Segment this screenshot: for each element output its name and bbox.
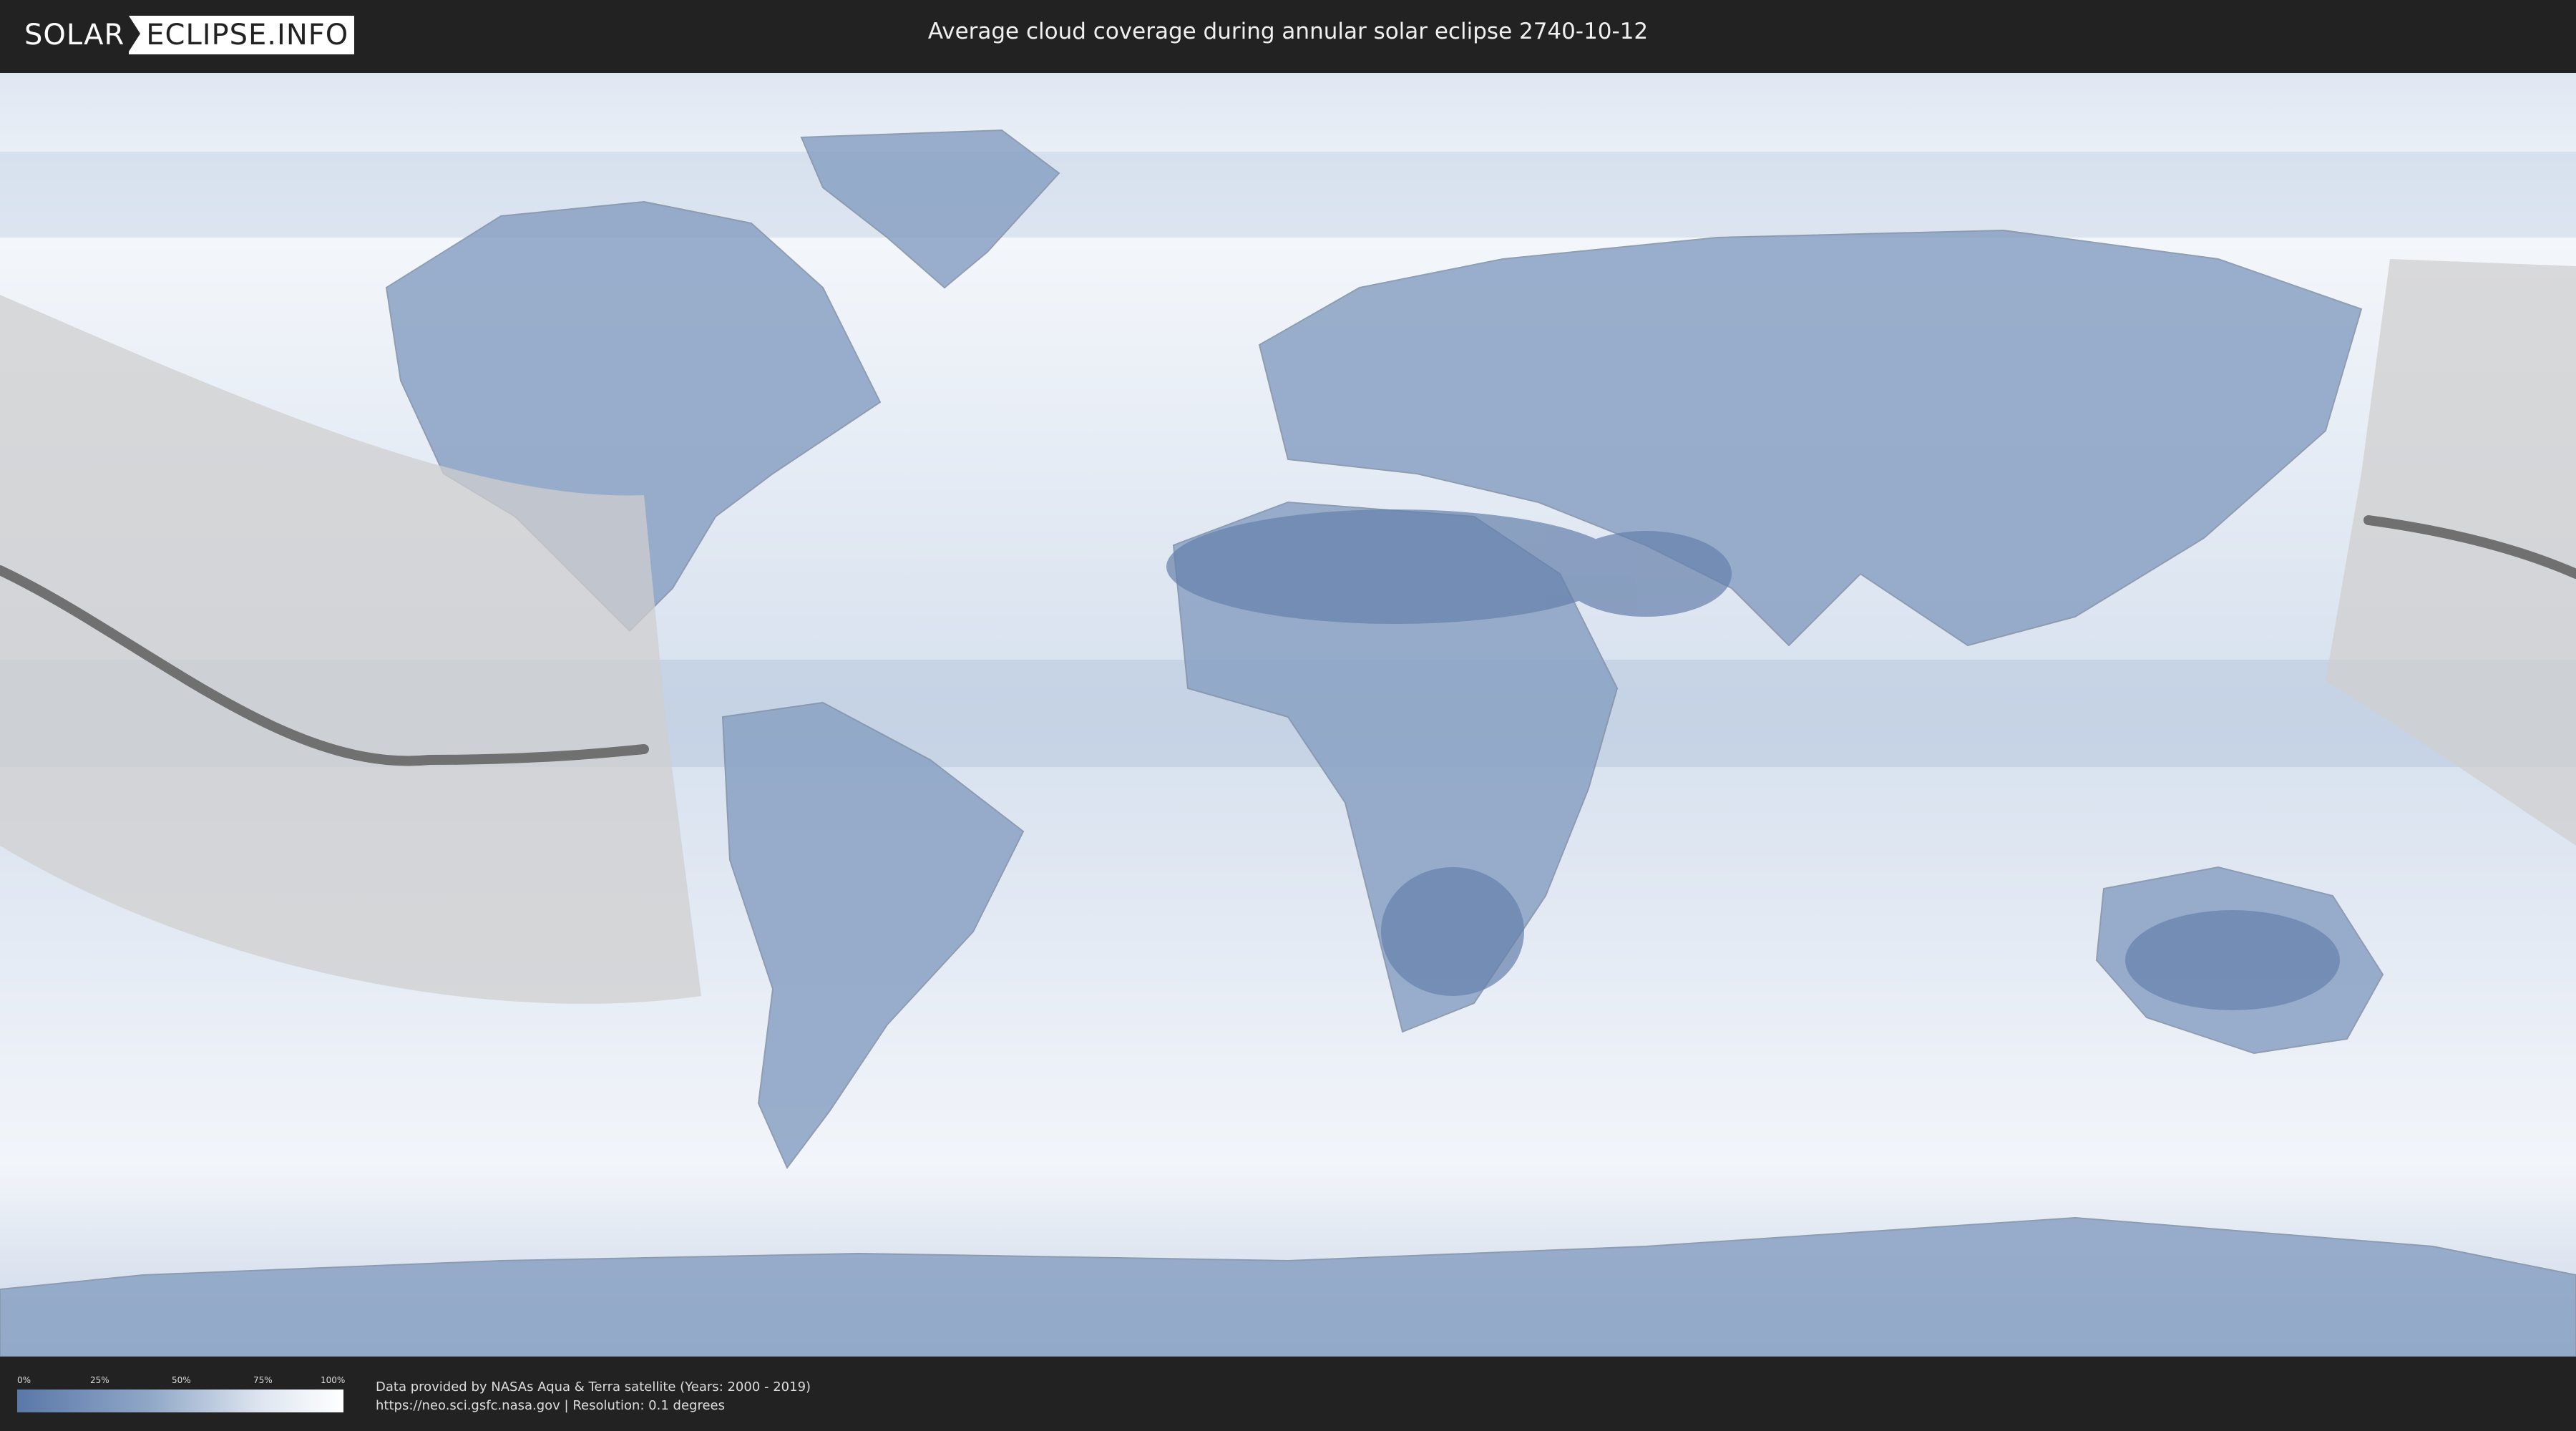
legend-tick-50: 50% xyxy=(172,1375,191,1385)
header-bar: SOLAR ECLIPSE.INFO Average cloud coverag… xyxy=(0,0,2576,72)
world-map-svg xyxy=(0,73,2576,1357)
legend-tick-25: 25% xyxy=(90,1375,109,1385)
legend-tick-100: 100% xyxy=(321,1375,346,1385)
legend-ticks: 0% 25% 50% 75% 100% xyxy=(17,1375,346,1387)
southern-africa-clear-sky xyxy=(1381,867,1524,996)
credits-line-2: https://neo.sci.gsfc.nasa.gov | Resoluti… xyxy=(376,1398,725,1413)
legend-tick-0: 0% xyxy=(17,1375,31,1385)
credits-line-1: Data provided by NASAs Aqua & Terra sate… xyxy=(376,1379,811,1395)
data-credits: Data provided by NASAs Aqua & Terra sate… xyxy=(376,1378,811,1415)
cloud-coverage-map[interactable] xyxy=(0,73,2576,1357)
footer-bar: 0% 25% 50% 75% 100% Data provided by NAS… xyxy=(0,1358,2576,1431)
northern-cloud-band xyxy=(0,152,2576,238)
legend-color-bar xyxy=(17,1390,343,1412)
sahara-clear-sky xyxy=(1166,509,1624,624)
cloud-coverage-legend: 0% 25% 50% 75% 100% xyxy=(17,1375,346,1412)
legend-tick-75: 75% xyxy=(253,1375,273,1385)
arabia-clear-sky xyxy=(1560,531,1732,617)
page-title: Average cloud coverage during annular so… xyxy=(927,19,1649,44)
australia-clear-sky xyxy=(2125,910,2340,1010)
